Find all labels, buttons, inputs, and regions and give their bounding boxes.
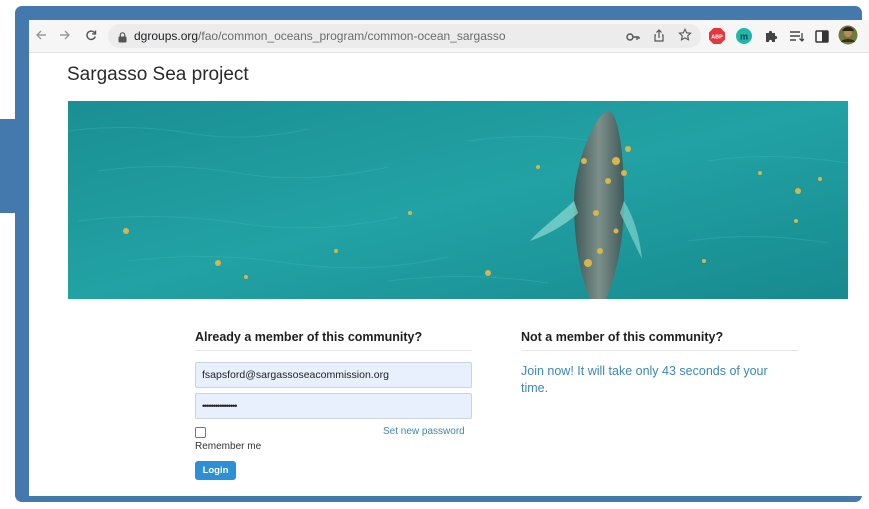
abp-label: ABP bbox=[711, 35, 723, 41]
remember-checkbox[interactable] bbox=[195, 427, 206, 438]
forward-icon[interactable] bbox=[54, 24, 76, 46]
lock-icon[interactable] bbox=[118, 30, 127, 48]
url-host: dgroups.org bbox=[134, 29, 199, 43]
puzzle-icon[interactable] bbox=[761, 26, 781, 46]
m-extension-icon[interactable]: m bbox=[734, 26, 754, 46]
divider bbox=[521, 350, 798, 351]
login-heading: Already a member of this community? bbox=[195, 330, 423, 344]
join-heading: Not a member of this community? bbox=[521, 330, 724, 344]
url-text: dgroups.org/fao/common_oceans_program/co… bbox=[134, 24, 506, 48]
browser-toolbar: dgroups.org/fao/common_oceans_program/co… bbox=[29, 20, 869, 53]
page-title: Sargasso Sea project bbox=[67, 64, 249, 85]
browser-window: dgroups.org/fao/common_oceans_program/co… bbox=[29, 20, 869, 496]
star-icon[interactable] bbox=[678, 27, 692, 47]
login-button[interactable]: Login bbox=[195, 461, 236, 480]
side-panel-icon[interactable] bbox=[812, 26, 832, 46]
profile-avatar[interactable] bbox=[838, 25, 858, 45]
set-password-link[interactable]: Set new password bbox=[383, 426, 465, 437]
reload-icon[interactable] bbox=[80, 24, 102, 46]
divider bbox=[195, 350, 472, 351]
key-icon[interactable] bbox=[626, 30, 640, 48]
m-label: m bbox=[740, 31, 748, 41]
remember-label: Remember me bbox=[195, 441, 262, 452]
address-bar[interactable]: dgroups.org/fao/common_oceans_program/co… bbox=[108, 24, 701, 48]
email-field[interactable]: fsapsford@sargassoseacommission.org bbox=[195, 362, 472, 388]
abp-extension-icon[interactable]: ABP bbox=[707, 26, 727, 46]
url-path: /fao/common_oceans_program/common-ocean_… bbox=[198, 29, 506, 43]
back-icon[interactable] bbox=[30, 24, 52, 46]
content-area: Already a member of this community? fsap… bbox=[68, 299, 848, 496]
banner-image bbox=[68, 101, 848, 299]
password-field[interactable]: •••••••••••••••• bbox=[195, 393, 472, 419]
share-icon[interactable] bbox=[653, 29, 665, 47]
reading-list-icon[interactable] bbox=[786, 26, 806, 46]
join-link[interactable]: Join now! It will take only 43 seconds o… bbox=[521, 363, 796, 397]
